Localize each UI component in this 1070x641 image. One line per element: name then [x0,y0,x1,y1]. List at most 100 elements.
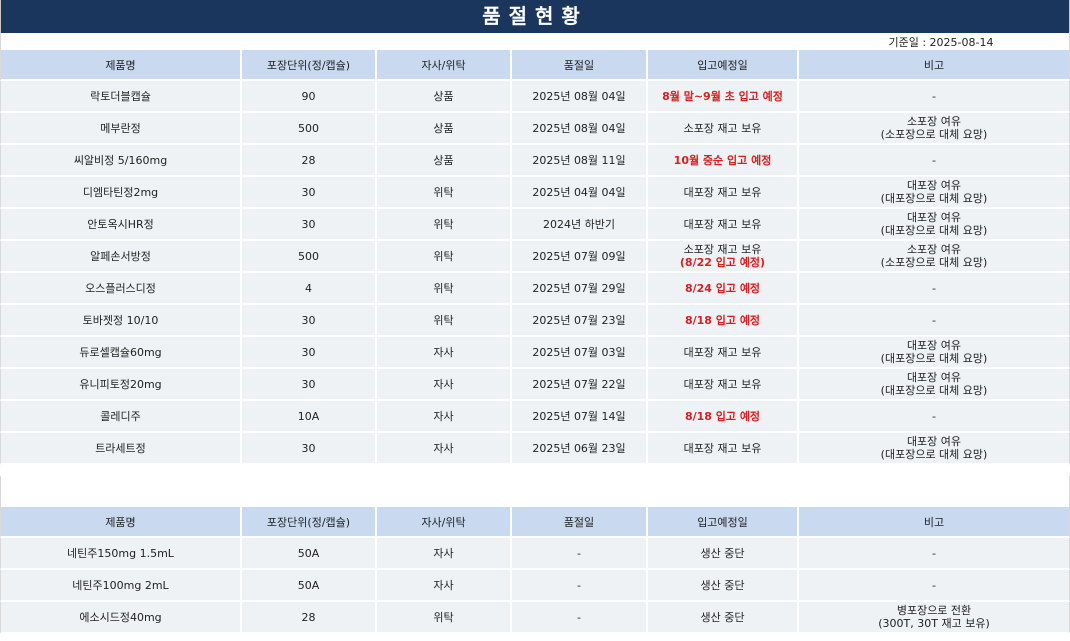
supply-type-cell: 상품 [377,81,512,113]
remark-line: (소포장으로 대체 요망) [880,128,988,141]
remark-line: (대포장으로 대체 요망) [880,192,988,205]
expected-arrival-cell: 생산 중단 [648,538,799,570]
table-row: 씨알비정 5/160mg 28 상품 2025년 08월 11일 10월 중순 입고 예… [0,145,1070,177]
supply-type-cell: 위탁 [377,177,512,209]
product-name-cell: 락토더블캡슐 [0,81,242,113]
expected-arrival-line: 소포장 재고 보유 [683,121,762,135]
product-name-cell: 에소시드정40mg [0,602,242,634]
supply-type-cell: 위탁 [377,209,512,241]
table-row: 락토더블캡슐 90 상품 2025년 08월 04일 8월 말~9월 초 입고 예정 - [0,81,1070,113]
remark-line: - [932,313,936,327]
expected-arrival-line: 생산 중단 [700,546,745,560]
package-unit-cell: 30 [242,177,377,209]
stockout-date-cell: 2025년 07월 22일 [512,369,648,401]
package-unit-cell: 90 [242,81,377,113]
remark-line: - [932,153,936,167]
remark-line: (대포장으로 대체 요망) [880,384,988,397]
package-unit-cell: 30 [242,337,377,369]
remark-cell: 대포장 여유 (대포장으로 대체 요망) [799,177,1070,209]
remark-line: 병포장으로 전환 [896,604,972,617]
expected-arrival-cell: 8월 말~9월 초 입고 예정 [648,81,799,113]
product-name-cell: 콜레디주 [0,401,242,433]
product-name-cell: 트라세트정 [0,433,242,465]
package-unit-cell: 28 [242,145,377,177]
package-unit-cell: 10A [242,401,377,433]
remark-cell: - [799,538,1070,570]
product-name-cell: 네틴주150mg 1.5mL [0,538,242,570]
expected-arrival-cell: 8/24 입고 예정 [648,273,799,305]
expected-arrival-line: (8/22 입고 예정) [679,256,766,269]
expected-arrival-cell: 대포장 재고 보유 [648,209,799,241]
remark-cell: 대포장 여유 (대포장으로 대체 요망) [799,433,1070,465]
supply-type-cell: 위탁 [377,602,512,634]
remark-cell: 대포장 여유 (대포장으로 대체 요망) [799,209,1070,241]
supply-type-cell: 상품 [377,145,512,177]
package-unit-cell: 50A [242,570,377,602]
remark-line: (300T, 30T 재고 보유) [878,617,990,630]
stockout-date-cell: 2024년 하반기 [512,209,648,241]
table-row: 안토옥시HR정 30 위탁 2024년 하반기 대포장 재고 보유 대포장 여유 (대포장으… [0,209,1070,241]
page-title: 품절현황 [0,0,1070,33]
stockout-date-cell: - [512,570,648,602]
remark-cell: - [799,145,1070,177]
table-row: 디엠타틴정2mg 30 위탁 2025년 04월 04일 대포장 재고 보유 대포장 여유… [0,177,1070,209]
table-row: 네틴주100mg 2mL 50A 자사 - 생산 중단 - [0,570,1070,602]
column-header-eta: 입고예정일 [648,50,799,81]
stockout-date-cell: 2025년 07월 09일 [512,241,648,273]
expected-arrival-line: 대포장 재고 보유 [683,377,762,391]
expected-arrival-cell: 대포장 재고 보유 [648,369,799,401]
stockout-date-cell: 2025년 08월 11일 [512,145,648,177]
remark-line: 대포장 여유 [906,435,962,448]
stockout-date-cell: 2025년 04월 04일 [512,177,648,209]
table-body: 락토더블캡슐 90 상품 2025년 08월 04일 8월 말~9월 초 입고 예정 - 메… [0,81,1070,465]
package-unit-cell: 30 [242,433,377,465]
product-name-cell: 듀로셀캡슐60mg [0,337,242,369]
package-unit-cell: 500 [242,241,377,273]
expected-arrival-line: 8/18 입고 예정 [684,409,761,423]
expected-arrival-cell: 대포장 재고 보유 [648,433,799,465]
expected-arrival-cell: 8/18 입고 예정 [648,401,799,433]
product-name-cell: 알페손서방정 [0,241,242,273]
table-row: 메부란정 500 상품 2025년 08월 04일 소포장 재고 보유 소포장 여유 (소포… [0,113,1070,145]
remark-line: 대포장 여유 [906,339,962,352]
expected-arrival-line: 8/18 입고 예정 [684,313,761,327]
package-unit-cell: 28 [242,602,377,634]
package-unit-cell: 500 [242,113,377,145]
stockout-date-cell: - [512,538,648,570]
supply-type-cell: 위탁 [377,241,512,273]
table-row: 콜레디주 10A 자사 2025년 07월 14일 8/18 입고 예정 - [0,401,1070,433]
table-row: 에소시드정40mg 28 위탁 - 생산 중단 병포장으로 전환 (300T, 30T 재고… [0,602,1070,634]
product-name-cell: 디엠타틴정2mg [0,177,242,209]
expected-arrival-line: 대포장 재고 보유 [683,441,762,455]
remark-cell: 병포장으로 전환 (300T, 30T 재고 보유) [799,602,1070,634]
expected-arrival-line: 대포장 재고 보유 [683,185,762,199]
supply-type-cell: 위탁 [377,273,512,305]
supply-type-cell: 위탁 [377,305,512,337]
remark-line: 대포장 여유 [906,211,962,224]
stockout-date-cell: - [512,602,648,634]
column-header-date: 품절일 [512,50,648,81]
stockout-date-cell: 2025년 06월 23일 [512,433,648,465]
supply-type-cell: 자사 [377,433,512,465]
supply-type-cell: 자사 [377,538,512,570]
package-unit-cell: 30 [242,369,377,401]
table-row: 오스플러스디정 4 위탁 2025년 07월 29일 8/24 입고 예정 - [0,273,1070,305]
stockout-date-cell: 2025년 07월 03일 [512,337,648,369]
supply-type-cell: 자사 [377,570,512,602]
expected-arrival-cell: 대포장 재고 보유 [648,337,799,369]
expected-arrival-line: 8월 말~9월 초 입고 예정 [662,89,783,103]
table-row: 알페손서방정 500 위탁 2025년 07월 09일 소포장 재고 보유 (8/22 입… [0,241,1070,273]
product-name-cell: 유니피토정20mg [0,369,242,401]
remark-cell: 대포장 여유 (대포장으로 대체 요망) [799,369,1070,401]
expected-arrival-line: 8/24 입고 예정 [684,281,761,295]
column-header-name: 제품명 [0,507,242,538]
remark-cell: - [799,401,1070,433]
expected-arrival-line: 소포장 재고 보유 [683,243,762,256]
base-date-line: 기준일 : 2025-08-14 [0,33,1070,50]
table-row: 네틴주150mg 1.5mL 50A 자사 - 생산 중단 - [0,538,1070,570]
stockout-date-cell: 2025년 08월 04일 [512,81,648,113]
expected-arrival-cell: 8/18 입고 예정 [648,305,799,337]
package-unit-cell: 50A [242,538,377,570]
column-header-name: 제품명 [0,50,242,81]
expected-arrival-line: 대포장 재고 보유 [683,345,762,359]
